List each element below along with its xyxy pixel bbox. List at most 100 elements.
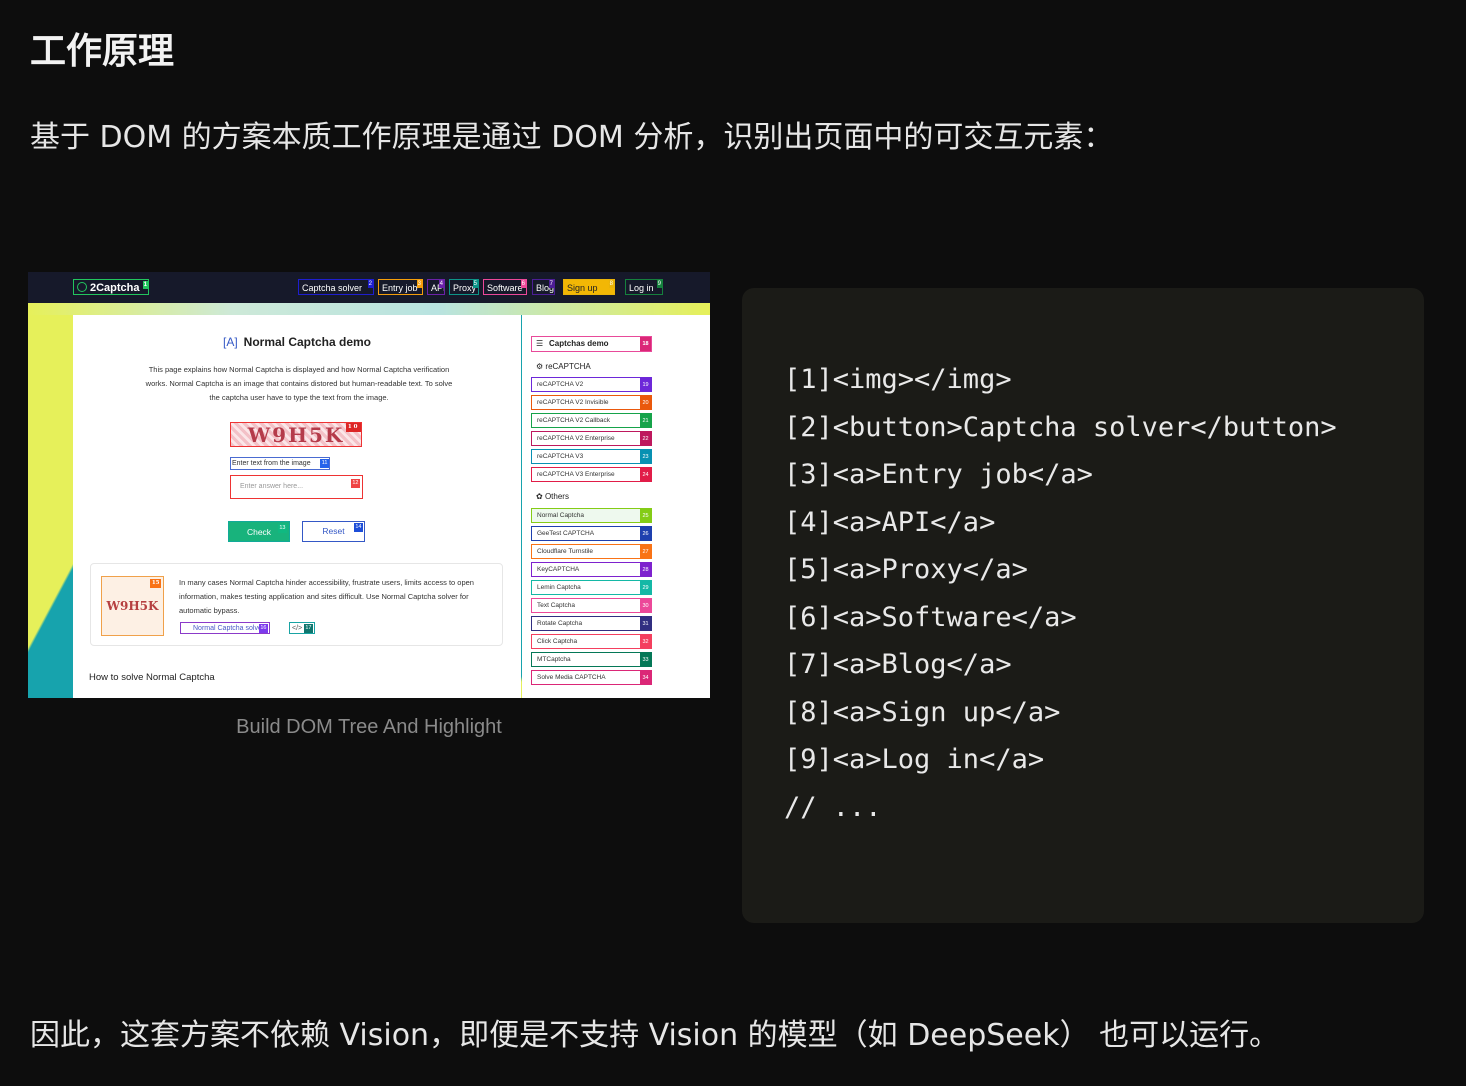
- code-line: [5]<a>Proxy</a>: [784, 554, 1028, 585]
- nav-item-software[interactable]: Software 6: [483, 279, 527, 295]
- nav-item-label: Sign up: [567, 283, 598, 293]
- how-to-heading: How to solve Normal Captcha: [89, 672, 215, 683]
- sidebar-item-label: reCAPTCHA V3 Enterprise: [537, 471, 615, 478]
- info-card: W9H5K 15 In many cases Normal Captcha hi…: [90, 563, 503, 646]
- nav-item-log-in[interactable]: Log in 9: [625, 279, 663, 295]
- captcha-sidebar: ☰ Captchas demo 18 ⚙ reCAPTCHA reCAPTCHA…: [522, 315, 710, 698]
- sidebar-item-keycaptcha[interactable]: KeyCAPTCHA 28: [531, 562, 652, 577]
- sidebar-item-recaptcha-v3-enterprise[interactable]: reCAPTCHA V3 Enterprise 24: [531, 467, 652, 482]
- code-line: // ...: [784, 791, 882, 823]
- highlight-badge: 32: [640, 635, 651, 648]
- check-button[interactable]: Check 13: [228, 521, 290, 542]
- nav-item-label: Software: [487, 283, 523, 293]
- captcha-answer-input[interactable]: Enter answer here... 12: [230, 475, 363, 499]
- sidebar-item-recaptcha-v2[interactable]: reCAPTCHA V2 19: [531, 377, 652, 392]
- sidebar-item-label: Solve Media CAPTCHA: [537, 674, 606, 681]
- sidebar-head[interactable]: ☰ Captchas demo 18: [531, 336, 652, 352]
- screenshot-navbar: 2Captcha 1 Captcha solver 2 Entry job 3 API 4…: [28, 272, 710, 303]
- puzzle-icon: ✿: [536, 492, 543, 501]
- code-line: [7]<a>Blog</a>: [784, 649, 1012, 680]
- code-icon-link[interactable]: </> 17: [289, 622, 315, 634]
- sidebar-item-click-captcha[interactable]: Click Captcha 32: [531, 634, 652, 649]
- figure-caption: Build DOM Tree And Highlight: [236, 716, 502, 738]
- highlight-badge: 28: [640, 563, 651, 576]
- code-line: [6]<a>Software</a>: [784, 601, 1077, 633]
- nav-item-api[interactable]: API 4: [427, 279, 445, 295]
- highlight-badge: 24: [640, 468, 651, 481]
- sidebar-item-solve-media-captcha[interactable]: Solve Media CAPTCHA 34: [531, 670, 652, 685]
- sidebar-item-label: reCAPTCHA V2: [537, 381, 584, 388]
- sidebar-group-others: ✿ Others: [536, 492, 569, 501]
- sidebar-item-cloudflare-turnstile[interactable]: Cloudflare Turnstile 27: [531, 544, 652, 559]
- sidebar-item-label: reCAPTCHA V2 Callback: [537, 417, 610, 424]
- highlight-badge: 20: [640, 396, 651, 409]
- highlight-badge: 25: [640, 509, 651, 522]
- highlight-badge: 17: [303, 624, 313, 633]
- highlight-badge: 34: [640, 671, 651, 684]
- highlight-badge: 7: [548, 280, 554, 288]
- sidebar-item-label: Lemin Captcha: [537, 584, 581, 591]
- highlight-badge: 9: [656, 280, 662, 288]
- section-heading: 工作原理: [30, 31, 175, 72]
- sidebar-item-geetest-captcha[interactable]: GeeTest CAPTCHA 26: [531, 526, 652, 541]
- highlight-badge: 10: [346, 423, 361, 432]
- highlight-badge: 18: [640, 337, 651, 351]
- sidebar-item-label: reCAPTCHA V2 Invisible: [537, 399, 609, 406]
- highlight-badge: 1: [142, 281, 148, 289]
- reset-button[interactable]: Reset 14: [302, 521, 365, 542]
- gear-icon: ⚙: [536, 362, 544, 371]
- sidebar-item-recaptcha-v2-callback[interactable]: reCAPTCHA V2 Callback 21: [531, 413, 652, 428]
- code-line: [8]<a>Sign up</a>: [784, 696, 1061, 728]
- sidebar-item-label: KeyCAPTCHA: [537, 566, 580, 573]
- sidebar-item-recaptcha-v2-enterprise[interactable]: reCAPTCHA V2 Enterprise 22: [531, 431, 652, 446]
- nav-item-sign-up[interactable]: Sign up 8: [563, 279, 615, 295]
- demo-main-panel: [A] Normal Captcha demo This page explain…: [73, 315, 521, 698]
- highlight-badge: 16: [258, 624, 268, 633]
- sidebar-item-recaptcha-v2-invisible[interactable]: reCAPTCHA V2 Invisible 20: [531, 395, 652, 410]
- code-line: [1]<img></img>: [784, 364, 1012, 395]
- sidebar-item-normal-captcha[interactable]: Normal Captcha 25: [531, 508, 652, 523]
- sidebar-item-mtcaptcha[interactable]: MTCaptcha 33: [531, 652, 652, 667]
- captcha-hint-field[interactable]: Enter text from the image 11: [230, 457, 330, 470]
- nav-item-proxy[interactable]: Proxy 5: [449, 279, 479, 295]
- sidebar-item-label: Click Captcha: [537, 638, 578, 645]
- sidebar-item-label: MTCaptcha: [537, 656, 571, 663]
- code-line: [3]<a>Entry job</a>: [784, 459, 1093, 490]
- nav-item-entry-job[interactable]: Entry job 3: [378, 279, 423, 295]
- sidebar-group-recaptcha: ⚙ reCAPTCHA: [536, 362, 591, 371]
- intro-paragraph: 基于 DOM 的方案本质工作原理是通过 DOM 分析，识别出页面中的可交互元素：: [30, 120, 1114, 155]
- sidebar-item-recaptcha-v3[interactable]: reCAPTCHA V3 23: [531, 449, 652, 464]
- code-line: [2]<button>Captcha solver</button>: [784, 411, 1337, 443]
- outro-paragraph: 因此，这套方案不依赖 Vision，即便是不支持 Vision 的模型（如 De…: [30, 1018, 1280, 1053]
- highlight-badge: 14: [353, 523, 363, 532]
- logo-2captcha: 2Captcha 1: [73, 279, 149, 295]
- highlight-badge: 13: [277, 524, 287, 533]
- demo-description: This page explains how Normal Captcha is…: [145, 365, 453, 402]
- code-line: [4]<a>API</a>: [784, 506, 996, 538]
- highlight-badge: 2: [367, 280, 373, 288]
- highlight-badge: 27: [640, 545, 651, 558]
- highlight-badge: 3: [416, 280, 422, 288]
- nav-item-label: Entry job: [382, 283, 418, 293]
- decorative-band: [28, 303, 710, 315]
- highlight-badge: 26: [640, 527, 651, 540]
- solver-link[interactable]: Normal Captcha solver 16: [180, 622, 270, 634]
- nav-item-blog[interactable]: Blog 7: [532, 279, 555, 295]
- captcha-image: W9H5K 10: [230, 422, 362, 447]
- sidebar-item-label: reCAPTCHA V3: [537, 453, 584, 460]
- info-text: In many cases Normal Captcha hinder acce…: [179, 578, 474, 615]
- highlight-badge: 21: [640, 414, 651, 427]
- logo-icon: [77, 282, 87, 292]
- captcha-thumbnail: W9H5K 15: [101, 576, 164, 636]
- highlight-badge: 22: [640, 432, 651, 445]
- highlight-badge: 30: [640, 599, 651, 612]
- highlight-badge: 11: [320, 459, 329, 468]
- highlight-badge: 6: [520, 280, 526, 288]
- sidebar-item-lemin-captcha[interactable]: Lemin Captcha 29: [531, 580, 652, 595]
- sidebar-item-text-captcha[interactable]: Text Captcha 30: [531, 598, 652, 613]
- sidebar-item-rotate-captcha[interactable]: Rotate Captcha 31: [531, 616, 652, 631]
- highlight-badge: 23: [640, 450, 651, 463]
- highlight-badge: 15: [150, 579, 161, 588]
- highlight-badge: 8: [608, 280, 614, 288]
- nav-item-captcha-solver[interactable]: Captcha solver 2: [298, 279, 374, 295]
